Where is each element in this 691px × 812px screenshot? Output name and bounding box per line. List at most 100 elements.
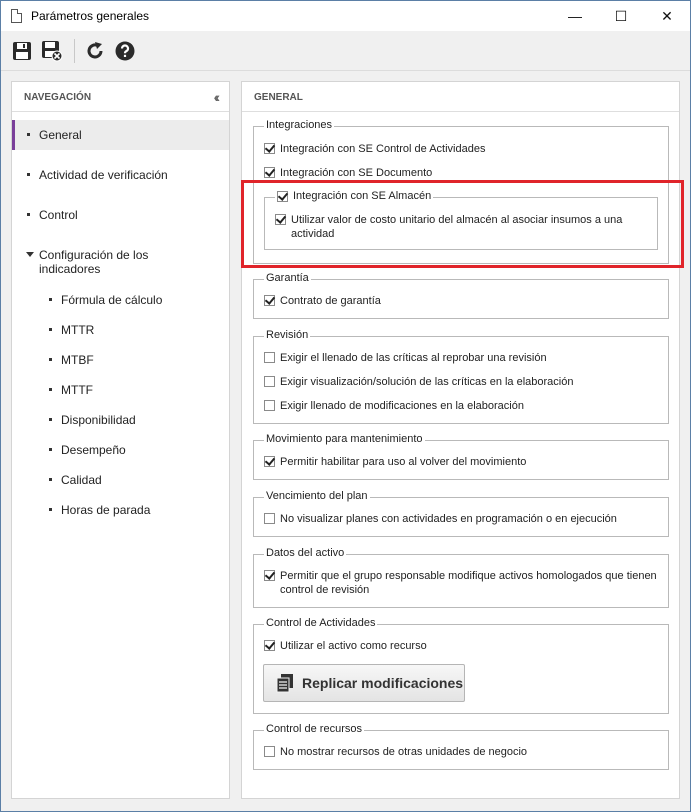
close-button[interactable]: ✕ bbox=[644, 1, 690, 31]
checkbox-activo-recurso[interactable]: Utilizar el activo como recurso bbox=[264, 639, 427, 653]
save-close-button[interactable] bbox=[39, 38, 65, 64]
group-datos-activo: Datos del activo Permitir que el grupo r… bbox=[253, 547, 669, 608]
nav-item-general[interactable]: General bbox=[12, 120, 229, 150]
nav-subitem-label: MTBF bbox=[61, 353, 94, 367]
nav-subitem-calidad[interactable]: Calidad bbox=[12, 470, 229, 492]
help-icon bbox=[115, 41, 135, 61]
save-close-icon bbox=[42, 41, 63, 62]
checkbox-no-mostrar-recursos[interactable]: No mostrar recursos de otras unidades de… bbox=[264, 745, 527, 759]
checkbox-unchecked-icon[interactable] bbox=[264, 746, 275, 757]
checkbox-grupo-responsable[interactable]: Permitir que el grupo responsable modifi… bbox=[264, 569, 664, 597]
nav-item-label: Control bbox=[39, 208, 78, 222]
bullet-icon bbox=[27, 213, 30, 216]
refresh-icon bbox=[87, 42, 103, 59]
nav-subitem-horas-parada[interactable]: Horas de parada bbox=[12, 500, 229, 522]
checkbox-unchecked-icon[interactable] bbox=[264, 376, 275, 387]
navigation-header: NAVEGACIÓN ‹‹ bbox=[12, 82, 229, 112]
general-title: GENERAL bbox=[254, 92, 303, 103]
caret-down-icon bbox=[26, 252, 34, 257]
bullet-icon bbox=[49, 478, 52, 481]
checkbox-integracion-documento[interactable]: Integración con SE Documento bbox=[264, 166, 432, 180]
checkbox-exigir-visualizacion[interactable]: Exigir visualización/solución de las crí… bbox=[264, 375, 573, 389]
checkbox-label: No mostrar recursos de otras unidades de… bbox=[280, 746, 528, 758]
bullet-icon bbox=[49, 418, 52, 421]
title-bar: Parámetros generales — ☐ ✕ bbox=[1, 1, 690, 31]
bullet-icon bbox=[27, 173, 30, 176]
checkbox-unchecked-icon[interactable] bbox=[264, 352, 275, 363]
nav-item-configuracion-indicadores[interactable]: Configuración de los indicadores bbox=[12, 240, 229, 280]
checkbox-label: Utilizar el activo como recurso bbox=[280, 640, 427, 652]
checkbox-checked-icon[interactable] bbox=[264, 640, 275, 651]
nav-subitem-label: Calidad bbox=[61, 473, 102, 487]
group-legend: Movimiento para mantenimiento bbox=[264, 433, 425, 445]
navigation-title: NAVEGACIÓN bbox=[24, 92, 92, 103]
save-button[interactable] bbox=[9, 38, 35, 64]
nav-item-control[interactable]: Control bbox=[12, 200, 229, 230]
group-legend: Garantía bbox=[264, 272, 311, 284]
nav-item-label: Actividad de verificación bbox=[39, 168, 168, 182]
checkbox-label: Integración con SE Documento bbox=[280, 167, 433, 179]
nav-subitem-label: Disponibilidad bbox=[61, 413, 136, 427]
collapse-icon[interactable]: ‹‹ bbox=[214, 89, 221, 105]
group-legend: Revisión bbox=[264, 329, 311, 341]
checkbox-checked-icon[interactable] bbox=[264, 570, 275, 581]
nav-subitem-formula[interactable]: Fórmula de cálculo bbox=[12, 290, 229, 312]
bullet-icon bbox=[27, 133, 30, 136]
group-revision: Revisión Exigir el llenado de las crític… bbox=[253, 329, 669, 424]
group-movimiento-mantenimiento: Movimiento para mantenimiento Permitir h… bbox=[253, 433, 669, 480]
toolbar-separator bbox=[74, 39, 75, 63]
bullet-icon bbox=[49, 508, 52, 511]
nav-subitem-label: MTTR bbox=[61, 323, 95, 337]
bullet-icon bbox=[49, 358, 52, 361]
replicar-modificaciones-button[interactable]: Replicar modificaciones bbox=[263, 664, 465, 702]
nav-subitem-mtbf[interactable]: MTBF bbox=[12, 350, 229, 372]
nav-subitem-desempeno[interactable]: Desempeño bbox=[12, 440, 229, 462]
checkbox-label: Exigir el llenado de las críticas al rep… bbox=[280, 352, 547, 364]
checkbox-label: Contrato de garantía bbox=[280, 295, 381, 307]
nav-subitem-label: Desempeño bbox=[61, 443, 126, 457]
checkbox-label: Exigir visualización/solución de las crí… bbox=[280, 376, 574, 388]
group-legend: Control de Actividades bbox=[264, 617, 378, 629]
checkbox-label: Permitir habilitar para uso al volver de… bbox=[280, 456, 527, 468]
checkbox-unchecked-icon[interactable] bbox=[264, 513, 275, 524]
group-legend: Datos del activo bbox=[264, 547, 347, 559]
checkbox-checked-icon[interactable] bbox=[264, 295, 275, 306]
general-header: GENERAL bbox=[242, 82, 679, 112]
bullet-icon bbox=[49, 388, 52, 391]
help-button[interactable] bbox=[112, 38, 138, 64]
checkbox-checked-icon[interactable] bbox=[264, 167, 275, 178]
group-vencimiento-plan: Vencimiento del plan No visualizar plane… bbox=[253, 490, 669, 537]
minimize-button[interactable]: — bbox=[552, 1, 598, 31]
nav-subitem-mttr[interactable]: MTTR bbox=[12, 320, 229, 342]
bullet-icon bbox=[49, 448, 52, 451]
checkbox-contrato-garantia[interactable]: Contrato de garantía bbox=[264, 294, 381, 308]
window-title: Parámetros generales bbox=[31, 9, 150, 23]
button-label: Replicar modificaciones bbox=[302, 675, 464, 691]
nav-item-actividad-verificacion[interactable]: Actividad de verificación bbox=[12, 160, 229, 190]
nav-subitem-label: Fórmula de cálculo bbox=[61, 293, 163, 307]
checkbox-label: Exigir llenado de modificaciones en la e… bbox=[280, 400, 524, 412]
nav-item-label: Configuración de los indicadores bbox=[39, 248, 149, 276]
navigation-panel: NAVEGACIÓN ‹‹ General Actividad de verif… bbox=[11, 81, 230, 799]
checkbox-exigir-criticas[interactable]: Exigir el llenado de las críticas al rep… bbox=[264, 351, 547, 365]
checkbox-no-visualizar-planes[interactable]: No visualizar planes con actividades en … bbox=[264, 512, 617, 526]
group-legend: Integraciones bbox=[264, 119, 335, 131]
checkbox-checked-icon[interactable] bbox=[264, 456, 275, 467]
checkbox-integracion-control-actividades[interactable]: Integración con SE Control de Actividade… bbox=[264, 142, 485, 156]
bullet-icon bbox=[49, 328, 52, 331]
document-icon bbox=[11, 9, 22, 23]
checkbox-label: No visualizar planes con actividades en … bbox=[280, 513, 617, 525]
checkbox-unchecked-icon[interactable] bbox=[264, 400, 275, 411]
toolbar bbox=[1, 31, 690, 71]
maximize-button[interactable]: ☐ bbox=[598, 1, 644, 31]
refresh-button[interactable] bbox=[82, 38, 108, 64]
checkbox-checked-icon[interactable] bbox=[264, 143, 275, 154]
highlight-box bbox=[241, 180, 684, 268]
nav-subitem-disponibilidad[interactable]: Disponibilidad bbox=[12, 410, 229, 432]
nav-subitem-mttf[interactable]: MTTF bbox=[12, 380, 229, 402]
bullet-icon bbox=[49, 298, 52, 301]
nav-item-label: General bbox=[39, 128, 82, 142]
checkbox-permitir-habilitar[interactable]: Permitir habilitar para uso al volver de… bbox=[264, 455, 526, 469]
checkbox-exigir-modificaciones[interactable]: Exigir llenado de modificaciones en la e… bbox=[264, 399, 524, 413]
group-legend: Vencimiento del plan bbox=[264, 490, 370, 502]
